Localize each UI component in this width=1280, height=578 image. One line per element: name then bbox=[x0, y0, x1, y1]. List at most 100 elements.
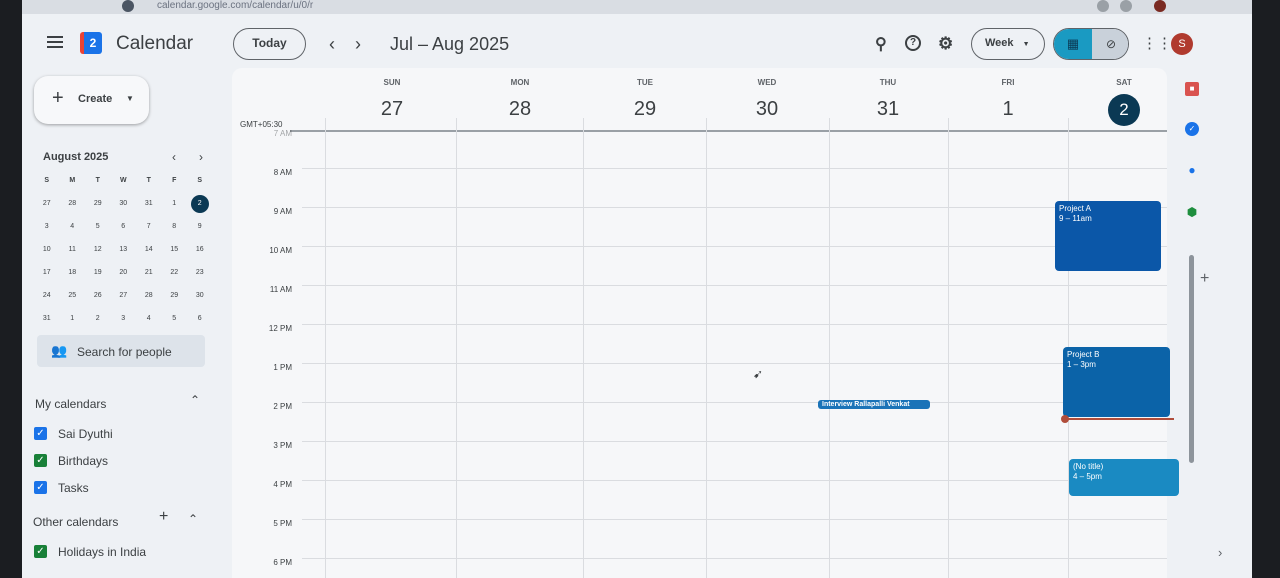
checkbox-checked-icon[interactable]: ✓ bbox=[34, 427, 47, 440]
help-icon[interactable]: ? bbox=[905, 35, 921, 51]
mini-calendar-day[interactable]: 2 bbox=[85, 310, 111, 333]
browser-profile-icon[interactable] bbox=[1154, 0, 1166, 12]
mini-calendar-day[interactable]: 17 bbox=[34, 264, 60, 287]
browser-url-bar[interactable]: calendar.google.com/calendar/u/0/r bbox=[22, 0, 1252, 14]
mini-calendar-day[interactable]: 21 bbox=[136, 264, 162, 287]
mini-calendar-day[interactable]: 14 bbox=[136, 241, 162, 264]
mini-calendar-day[interactable]: 18 bbox=[60, 264, 86, 287]
mini-calendar-day[interactable]: 9 bbox=[187, 218, 213, 241]
date-number[interactable]: 27 bbox=[362, 98, 422, 121]
mini-calendar-day[interactable]: 31 bbox=[136, 195, 162, 218]
mini-calendar-day[interactable]: 5 bbox=[162, 310, 188, 333]
event-no-title[interactable]: (No title) 4 – 5pm bbox=[1069, 459, 1179, 496]
maps-icon[interactable]: ⬢ bbox=[1185, 205, 1199, 219]
mini-calendar-day[interactable]: 27 bbox=[111, 287, 137, 310]
next-week-icon[interactable]: › bbox=[355, 34, 361, 55]
mini-calendar-day[interactable]: 6 bbox=[111, 218, 137, 241]
main-menu-icon[interactable] bbox=[47, 36, 63, 48]
mini-calendar-day[interactable]: 29 bbox=[85, 195, 111, 218]
checkbox-checked-icon[interactable]: ✓ bbox=[34, 454, 47, 467]
all-day-divider bbox=[290, 130, 1167, 132]
mini-calendar-day[interactable]: 31 bbox=[34, 310, 60, 333]
collapse-my-calendars-icon[interactable]: ⌃ bbox=[190, 393, 200, 407]
day-of-week-label: SUN bbox=[383, 78, 401, 87]
caret-down-icon: ▼ bbox=[126, 94, 134, 103]
mini-calendar-day[interactable]: 10 bbox=[34, 241, 60, 264]
tasks-icon[interactable]: ✓ bbox=[1185, 122, 1199, 136]
mini-calendar-day[interactable]: 13 bbox=[111, 241, 137, 264]
mini-calendar-day[interactable]: 3 bbox=[34, 218, 60, 241]
browser-extension-icon[interactable] bbox=[1097, 0, 1109, 12]
date-number[interactable]: 1 bbox=[978, 98, 1038, 121]
mini-prev-month-icon[interactable]: ‹ bbox=[172, 150, 176, 164]
search-icon[interactable]: ⚲ bbox=[875, 34, 887, 54]
mini-calendar-day[interactable]: 30 bbox=[111, 195, 137, 218]
mini-calendar-day[interactable]: 11 bbox=[60, 241, 86, 264]
mini-calendar-day-number: 11 bbox=[68, 246, 76, 253]
mini-calendar-day[interactable]: 3 bbox=[111, 310, 137, 333]
mini-calendar-day[interactable]: 2 bbox=[187, 195, 213, 218]
date-number[interactable]: 29 bbox=[615, 98, 675, 121]
mini-calendar-day[interactable]: 15 bbox=[162, 241, 188, 264]
my-calendars-title[interactable]: My calendars bbox=[35, 397, 106, 411]
mini-calendar-day[interactable]: 25 bbox=[60, 287, 86, 310]
mini-calendar-day[interactable]: 5 bbox=[85, 218, 111, 241]
event-project-b[interactable]: Project B 1 – 3pm bbox=[1063, 347, 1170, 417]
mini-calendar-day[interactable]: 23 bbox=[187, 264, 213, 287]
browser-bookmark-icon[interactable] bbox=[1120, 0, 1132, 12]
mini-calendar-day[interactable]: 28 bbox=[136, 287, 162, 310]
add-other-calendar-icon[interactable]: + bbox=[159, 508, 168, 526]
event-project-a[interactable]: Project A 9 – 11am bbox=[1055, 201, 1161, 271]
tasks-view-icon[interactable]: ⊘ bbox=[1092, 29, 1128, 59]
create-button[interactable]: + Create ▼ bbox=[34, 76, 149, 124]
mini-calendar-day[interactable]: 22 bbox=[162, 264, 188, 287]
date-number[interactable]: 31 bbox=[858, 98, 918, 121]
get-add-ons-icon[interactable]: + bbox=[1200, 270, 1209, 288]
mini-calendar-day[interactable]: 26 bbox=[85, 287, 111, 310]
settings-gear-icon[interactable]: ⚙ bbox=[938, 34, 953, 54]
week-grid-scrollbar[interactable] bbox=[1189, 255, 1194, 463]
other-calendars-title[interactable]: Other calendars bbox=[33, 515, 118, 529]
browser-url-text[interactable]: calendar.google.com/calendar/u/0/r bbox=[157, 0, 313, 11]
mini-calendar-day[interactable]: 7 bbox=[136, 218, 162, 241]
calendar-view-icon[interactable]: ▦ bbox=[1054, 29, 1092, 59]
mini-calendar-day[interactable]: 30 bbox=[187, 287, 213, 310]
mini-calendar-day[interactable]: 16 bbox=[187, 241, 213, 264]
today-button[interactable]: Today bbox=[233, 28, 306, 60]
mini-calendar-day[interactable]: 29 bbox=[162, 287, 188, 310]
expand-side-panel-icon[interactable]: › bbox=[1218, 545, 1222, 560]
hour-gridline bbox=[302, 207, 1167, 208]
mini-calendar-day[interactable]: 19 bbox=[85, 264, 111, 287]
date-number[interactable]: 28 bbox=[490, 98, 550, 121]
mini-calendar-day[interactable]: 1 bbox=[60, 310, 86, 333]
search-people-input[interactable]: 👥 Search for people bbox=[37, 335, 205, 367]
keep-icon[interactable]: ■ bbox=[1185, 82, 1199, 96]
checkbox-checked-icon[interactable]: ✓ bbox=[34, 545, 47, 558]
mini-calendar-day[interactable]: 4 bbox=[60, 218, 86, 241]
mini-calendar-day[interactable]: 20 bbox=[111, 264, 137, 287]
mini-calendar-day-number: 28 bbox=[68, 200, 77, 207]
mini-calendar-day-number: 28 bbox=[144, 292, 153, 299]
previous-week-icon[interactable]: ‹ bbox=[329, 34, 335, 55]
mini-calendar-day[interactable]: 24 bbox=[34, 287, 60, 310]
mini-calendar-day-number: 16 bbox=[195, 246, 204, 253]
mini-calendar-day[interactable]: 6 bbox=[187, 310, 213, 333]
browser-back-icon[interactable] bbox=[122, 0, 134, 12]
calendar-tasks-toggle[interactable]: ▦ ⊘ bbox=[1053, 28, 1129, 60]
event-interview-chip[interactable]: Interview Rallapalli Venkat bbox=[818, 400, 930, 409]
mini-calendar-day[interactable]: 28 bbox=[60, 195, 86, 218]
mini-next-month-icon[interactable]: › bbox=[199, 150, 203, 164]
mini-calendar-day[interactable]: 12 bbox=[85, 241, 111, 264]
mini-calendar-day[interactable]: 8 bbox=[162, 218, 188, 241]
view-select-button[interactable]: Week ▼ bbox=[971, 28, 1045, 60]
date-number[interactable]: 30 bbox=[737, 98, 797, 121]
mini-calendar-day[interactable]: 1 bbox=[162, 195, 188, 218]
today-date-number[interactable]: 2 bbox=[1094, 94, 1154, 126]
contacts-icon[interactable]: ● bbox=[1185, 163, 1199, 177]
account-avatar[interactable]: S bbox=[1171, 33, 1193, 55]
collapse-other-calendars-icon[interactable]: ⌃ bbox=[188, 512, 198, 526]
mini-calendar-day[interactable]: 4 bbox=[136, 310, 162, 333]
checkbox-checked-icon[interactable]: ✓ bbox=[34, 481, 47, 494]
day-of-week-label: TUE bbox=[637, 78, 653, 87]
mini-calendar-day[interactable]: 27 bbox=[34, 195, 60, 218]
